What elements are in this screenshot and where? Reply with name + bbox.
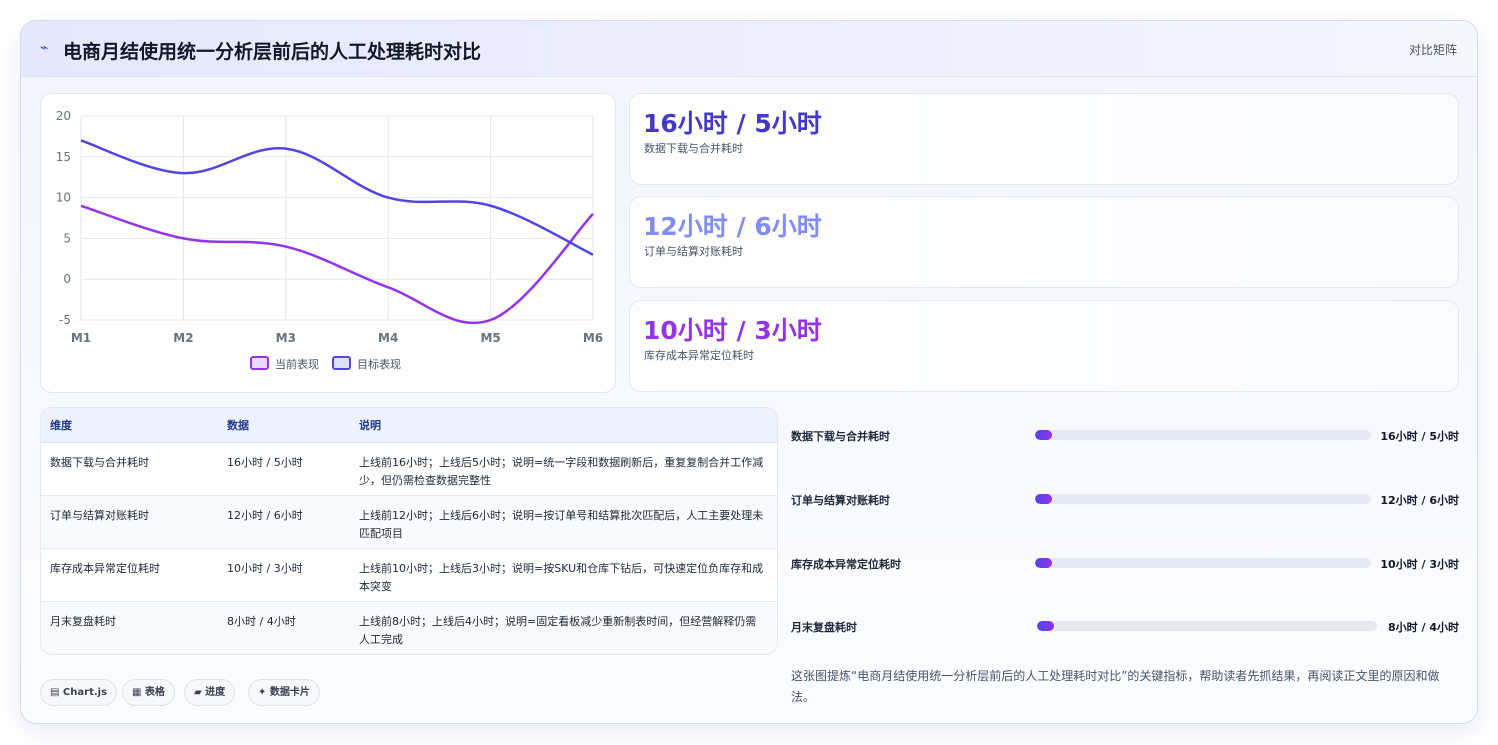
metric-card-label: 订单与结算对账耗时	[644, 245, 743, 258]
progress-label: 订单与结算对账耗时	[791, 494, 890, 507]
y-tick-label: -5	[59, 313, 71, 327]
y-tick-label: 5	[63, 231, 71, 245]
metric-card-value: 12小时 / 6小时	[643, 212, 822, 241]
legend-label: 目标表现	[357, 357, 401, 371]
metric-card-2: 12小时 / 6小时 订单与结算对账耗时	[629, 196, 1459, 288]
table-header-row: 维度 数据 说明	[41, 408, 777, 443]
table-row: 库存成本异常定位耗时 10小时 / 3小时 上线前10小时；上线后3小时；说明=…	[41, 548, 777, 602]
table-cell: 上线前8小时；上线后4小时；说明=固定看板减少重新制表时间，但经营解释仍需人工完…	[350, 601, 777, 654]
metric-card-1: 16小时 / 5小时 数据下载与合并耗时	[629, 93, 1459, 185]
x-tick-label: M5	[480, 331, 500, 345]
page-title: 电商月结使用统一分析层前后的人工处理耗时对比	[63, 41, 482, 63]
chip-table[interactable]: ▦ 表格	[122, 679, 175, 706]
x-tick-label: M6	[583, 331, 603, 345]
table-cell: 10小时 / 3小时	[218, 548, 350, 602]
pulse-icon: ⌁	[40, 40, 49, 56]
legend-swatch	[250, 356, 269, 370]
y-tick-label: 0	[63, 272, 71, 286]
table-cell: 8小时 / 4小时	[218, 601, 350, 654]
summary-note: 这张图提炼“电商月结使用统一分析层前后的人工处理耗时对比”的关键指标，帮助读者先…	[791, 669, 1440, 704]
dashboard-frame: ⌁ 电商月结使用统一分析层前后的人工处理耗时对比 对比矩阵 20 15 10 5 0 -5…	[20, 20, 1478, 724]
series-line	[80, 204, 594, 325]
table-cell: 库存成本异常定位耗时	[41, 548, 218, 602]
chip-chartjs[interactable]: ▤ Chart.js	[40, 679, 118, 706]
progress-fill	[1035, 558, 1052, 568]
line-chart-panel: 20 15 10 5 0 -5 M1 M2 M3 M4 M5 M6 当前表现 目标表现	[40, 93, 616, 393]
chip-data-cards[interactable]: ✦ 数据卡片	[248, 679, 320, 706]
column-header: 说明	[350, 408, 777, 443]
metric-card-value: 10小时 / 3小时	[643, 316, 822, 345]
x-tick-label: M3	[276, 331, 296, 345]
x-tick-label: M2	[173, 331, 193, 345]
metric-card-3: 10小时 / 3小时 库存成本异常定位耗时	[629, 300, 1459, 392]
table-cell: 16小时 / 5小时	[218, 442, 350, 496]
table-cell: 上线前16小时；上线后5小时；说明=统一字段和数据刷新后，重复复制合并工作减少，…	[350, 442, 777, 496]
progress-track	[1035, 494, 1371, 504]
table-cell: 月末复盘耗时	[41, 601, 218, 654]
header-bar: ⌁ 电商月结使用统一分析层前后的人工处理耗时对比 对比矩阵	[21, 21, 1477, 77]
progress-value: 8小时 / 4小时	[1388, 621, 1459, 634]
progress-fill	[1035, 430, 1052, 440]
legend-label: 当前表现	[275, 357, 319, 371]
table-row: 订单与结算对账耗时 12小时 / 6小时 上线前12小时；上线后6小时；说明=按…	[41, 495, 777, 549]
progress-fill	[1035, 494, 1052, 504]
x-tick-label: M4	[378, 331, 398, 345]
progress-track	[1035, 558, 1371, 568]
progress-track	[1037, 621, 1377, 631]
progress-label: 库存成本异常定位耗时	[791, 558, 901, 571]
table-cell: 上线前10小时；上线后3小时；说明=按SKU和仓库下钻后，可快速定位负库存和成本…	[350, 548, 777, 602]
table-row: 数据下载与合并耗时 16小时 / 5小时 上线前16小时；上线后5小时；说明=统…	[41, 442, 777, 496]
x-tick-label: M1	[71, 331, 91, 345]
metric-card-label: 库存成本异常定位耗时	[644, 349, 754, 362]
progress-value: 10小时 / 3小时	[1380, 558, 1459, 571]
table-cell: 订单与结算对账耗时	[41, 495, 218, 549]
y-tick-label: 15	[56, 150, 71, 164]
table-cell: 上线前12小时；上线后6小时；说明=按订单号和结算批次匹配后，人工主要处理未匹配…	[350, 495, 777, 549]
line-chart: 20 15 10 5 0 -5M1 M2 M3 M4 M5 M6 当前表现 目标表现	[56, 109, 603, 371]
data-table: 维度 数据 说明 数据下载与合并耗时 16小时 / 5小时 上线前16小时；上线…	[41, 408, 777, 654]
legend-swatch	[332, 356, 351, 370]
progress-row: 订单与结算对账耗时 12小时 / 6小时	[791, 489, 1459, 509]
column-header: 维度	[41, 408, 218, 443]
y-tick-label: 20	[56, 109, 71, 123]
progress-track	[1035, 430, 1371, 440]
table-cell: 数据下载与合并耗时	[41, 442, 218, 496]
comparison-matrix-link[interactable]: 对比矩阵	[1409, 41, 1457, 58]
table-row: 月末复盘耗时 8小时 / 4小时 上线前8小时；上线后4小时；说明=固定看板减少…	[41, 601, 777, 654]
progress-value: 16小时 / 5小时	[1380, 430, 1459, 443]
progress-label: 数据下载与合并耗时	[791, 430, 890, 443]
progress-fill	[1037, 621, 1054, 631]
column-header: 数据	[218, 408, 350, 443]
table-cell: 12小时 / 6小时	[218, 495, 350, 549]
chip-progress[interactable]: ▰ 进度	[184, 679, 236, 706]
progress-row: 数据下载与合并耗时 16小时 / 5小时	[791, 425, 1459, 445]
progress-row: 月末复盘耗时 8小时 / 4小时	[791, 616, 1459, 636]
y-tick-label: 10	[56, 191, 71, 205]
data-table-panel: 维度 数据 说明 数据下载与合并耗时 16小时 / 5小时 上线前16小时；上线…	[40, 407, 778, 655]
progress-label: 月末复盘耗时	[791, 621, 857, 634]
progress-value: 12小时 / 6小时	[1380, 494, 1459, 507]
progress-row: 库存成本异常定位耗时 10小时 / 3小时	[791, 553, 1459, 573]
metric-card-label: 数据下载与合并耗时	[644, 142, 743, 155]
metric-card-value: 16小时 / 5小时	[643, 109, 822, 138]
